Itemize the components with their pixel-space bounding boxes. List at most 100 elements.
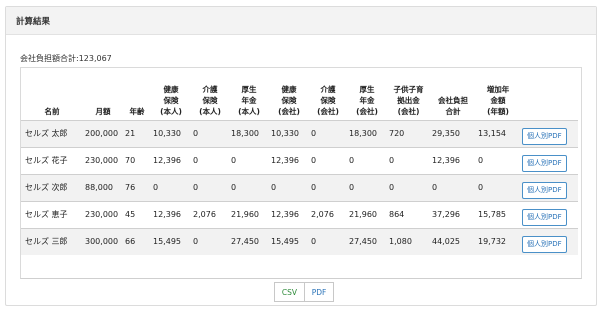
table-cell: 18,300	[229, 119, 269, 147]
individual-pdf-button[interactable]: 個人別PDF	[522, 181, 567, 199]
table-cell: 19,732	[476, 227, 520, 255]
column-header-line: 保険	[281, 95, 297, 105]
table-cell: 12,396	[151, 146, 191, 174]
result-table-container: 名前 月額 年齢 健康 保険 (本人) 介護 保険 (本人) 厚生 年金 (本人) 健康 保険 (会社) 介護…	[20, 67, 582, 279]
table-cell: 12,396	[151, 200, 191, 228]
individual-pdf-button[interactable]: 個人別PDF	[522, 127, 567, 145]
column-header-line: 介護	[320, 84, 336, 94]
column-header-line: 健康	[281, 84, 297, 94]
table-cell: 230,000	[83, 146, 123, 174]
individual-pdf-button[interactable]: 個人別PDF	[522, 208, 567, 226]
column-header-line: 月額	[95, 106, 111, 116]
table-cell: 44,025	[430, 227, 476, 255]
table-row: セルズ 三郎 300,000 66 15,495 0 27,450 15,495 0 27,45…	[21, 227, 578, 255]
company-total-summary: 会社負担額合計:123,067	[20, 54, 112, 63]
export-buttons: CSV PDF	[274, 282, 334, 302]
table-cell: 0	[347, 146, 387, 174]
table-cell: 0	[229, 173, 269, 201]
column-header-line: 増加年	[486, 84, 510, 94]
column-header-line: (本人)	[199, 106, 221, 116]
action-cell: 個人別PDF	[520, 146, 578, 174]
table-cell: 200,000	[83, 119, 123, 147]
column-header-line: (本人)	[160, 106, 182, 116]
table-cell: 27,450	[347, 227, 387, 255]
table-cell: 15,495	[151, 227, 191, 255]
table-cell: 27,450	[229, 227, 269, 255]
column-header: 健康 保険 (会社)	[269, 68, 309, 120]
table-cell: 0	[476, 146, 520, 174]
column-header: 増加年 金額 (年額)	[476, 68, 520, 120]
employee-name-cell: セルズ 花子	[21, 146, 83, 174]
employee-name-cell: セルズ 三郎	[21, 227, 83, 255]
table-row: セルズ 次郎 88,000 76 0 0 0 0 0 0 0 0 0 個人別PDF	[21, 173, 578, 201]
table-cell: 12,396	[269, 200, 309, 228]
column-header: 月額	[83, 68, 123, 120]
table-cell: 12,396	[430, 146, 476, 174]
result-panel: 計算結果 会社負担額合計:123,067 名前 月額 年齢 健康 保険 (本人) 介護 保険(…	[5, 6, 597, 306]
column-header: 介護 保険 (会社)	[309, 68, 347, 120]
column-header-line: 保険	[163, 95, 179, 105]
table-cell: 0	[309, 173, 347, 201]
panel-title: 計算結果	[6, 7, 596, 35]
column-header-line: (会社)	[278, 106, 300, 116]
table-cell: 66	[123, 227, 151, 255]
table-cell: 0	[229, 146, 269, 174]
column-header: 年齢	[123, 68, 151, 120]
employee-name-cell: セルズ 太郎	[21, 119, 83, 147]
table-row: セルズ 恵子 230,000 45 12,396 2,076 21,960 12,396 2,…	[21, 200, 578, 228]
employee-name-cell: セルズ 次郎	[21, 173, 83, 201]
table-cell: 15,785	[476, 200, 520, 228]
column-header-line: (会社)	[317, 106, 339, 116]
column-header-line: 合計	[445, 106, 461, 116]
column-header-line: 年齢	[129, 106, 145, 116]
column-header: 会社負担 合計	[430, 68, 476, 120]
pdf-download-button[interactable]: PDF	[304, 282, 334, 302]
individual-pdf-button[interactable]: 個人別PDF	[522, 235, 567, 253]
table-cell: 18,300	[347, 119, 387, 147]
table-cell: 720	[387, 119, 430, 147]
table-cell: 1,080	[387, 227, 430, 255]
column-header-line: 年金	[241, 95, 257, 105]
column-header-line: 子供子育	[393, 84, 424, 94]
table-cell: 21,960	[229, 200, 269, 228]
column-header-line: 介護	[202, 84, 218, 94]
table-cell: 0	[309, 227, 347, 255]
table-cell: 29,350	[430, 119, 476, 147]
table-cell: 0	[191, 173, 229, 201]
column-header-line: 名前	[44, 106, 60, 116]
column-header-line: 保険	[320, 95, 336, 105]
table-cell: 88,000	[83, 173, 123, 201]
csv-download-button[interactable]: CSV	[274, 282, 304, 302]
column-header-line: (会社)	[356, 106, 378, 116]
employee-name-cell: セルズ 恵子	[21, 200, 83, 228]
column-header: 健康 保険 (本人)	[151, 68, 191, 120]
column-header: 名前	[21, 68, 83, 120]
table-cell: 0	[191, 227, 229, 255]
table-cell: 21	[123, 119, 151, 147]
table-cell: 45	[123, 200, 151, 228]
table-cell: 864	[387, 200, 430, 228]
table-cell: 0	[309, 119, 347, 147]
table-cell: 76	[123, 173, 151, 201]
table-cell: 230,000	[83, 200, 123, 228]
column-header-line: 健康	[163, 84, 179, 94]
column-header-line: 会社負担	[438, 95, 468, 105]
individual-pdf-button[interactable]: 個人別PDF	[522, 154, 567, 172]
table-header-row: 名前 月額 年齢 健康 保険 (本人) 介護 保険 (本人) 厚生 年金 (本人) 健康 保険 (会社) 介護…	[21, 68, 578, 120]
column-header: 厚生 年金 (本人)	[229, 68, 269, 120]
column-header-line: 厚生	[241, 84, 257, 94]
column-header: 厚生 年金 (会社)	[347, 68, 387, 120]
table-cell: 10,330	[151, 119, 191, 147]
action-cell: 個人別PDF	[520, 200, 578, 228]
column-header-line: (年額)	[487, 106, 509, 116]
table-cell: 0	[191, 119, 229, 147]
table-cell: 15,495	[269, 227, 309, 255]
column-header-line: 金額	[490, 95, 506, 105]
table-cell: 0	[151, 173, 191, 201]
column-header: 介護 保険 (本人)	[191, 68, 229, 120]
table-cell: 10,330	[269, 119, 309, 147]
column-header-line: 年金	[359, 95, 375, 105]
table-cell: 12,396	[269, 146, 309, 174]
table-cell: 2,076	[191, 200, 229, 228]
table-cell: 2,076	[309, 200, 347, 228]
